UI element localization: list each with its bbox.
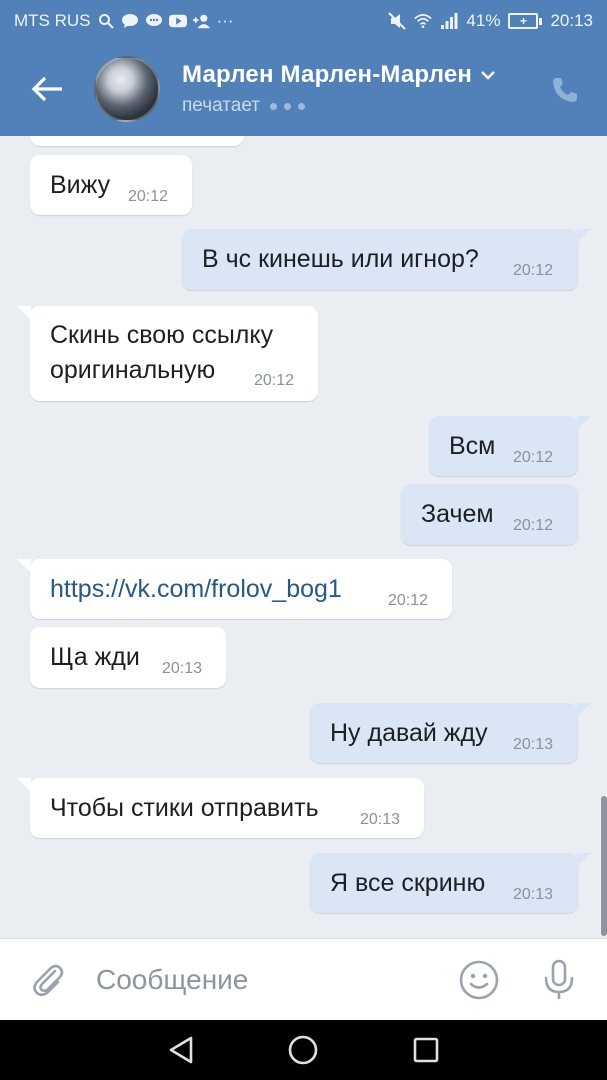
message-bubble[interactable]: Скинь свою ссылку оригинальную 20:12 [17,306,318,401]
message-time: 20:13 [513,886,554,903]
message-time: 20:12 [513,517,554,534]
battery-charge-symbol: + [519,14,527,28]
chat-title-block[interactable]: Марлен Марлен-Марлен печатает [182,61,496,117]
message-time: 20:12 [254,372,295,389]
composer-bar: Сообщение [0,938,607,1020]
scrollbar[interactable] [601,796,607,936]
message-bubble[interactable]: В чс кинешь или игнор? 20:12 [182,229,591,290]
avatar[interactable] [94,56,160,122]
contact-name: Марлен Марлен-Марлен [182,61,473,88]
more-notifications-icon: ··· [216,11,234,30]
message-time: 20:13 [162,660,203,677]
chevron-down-icon [481,71,495,80]
microphone-icon [544,959,574,999]
status-bar: MTS RUS ··· 41% + 20:13 [0,0,607,42]
message-time: 20:12 [513,262,554,279]
add-friend-notification-icon [192,12,211,30]
recents-square-icon [413,1037,439,1063]
home-circle-icon [289,1035,318,1065]
message-text: Всм [449,432,496,460]
typing-status: печатает [182,95,260,116]
emoji-button[interactable] [457,958,501,1002]
back-triangle-icon [169,1036,193,1064]
message-text: Я все скриню [330,869,486,897]
message-notification-icon [145,12,163,30]
message-time: 20:13 [360,811,401,828]
message-text: Вижу [50,171,111,199]
message-text-line: Скинь свою ссылку [50,321,274,349]
top-bar: MTS RUS ··· 41% + 20:13 Марлен Марлен-Ма… [0,0,607,136]
phone-icon [553,78,577,102]
message-bubble[interactable]: Зачем 20:12 [401,484,578,545]
message-text: Ну давай жду [330,719,488,747]
message-text: В чс кинешь или игнор? [202,245,479,273]
message-bubble[interactable]: Всм 20:12 [429,416,591,476]
message-text-line: оригинальную [50,356,216,384]
smiley-icon [459,960,499,999]
nav-home-button[interactable] [287,1034,319,1066]
message-bubble[interactable] [30,136,244,146]
youtube-notification-icon [168,12,187,30]
typing-dots-icon [269,102,305,110]
signal-icon [440,12,458,30]
chat-header: Марлен Марлен-Марлен печатает [0,42,607,136]
system-nav-bar [0,1020,607,1080]
message-bubble[interactable]: Ща жди 20:13 [30,627,226,688]
message-time: 20:12 [513,449,554,466]
voice-message-button[interactable] [539,958,579,1002]
message-bubble[interactable]: Чтобы стики отправить 20:13 [17,778,424,838]
message-time: 20:13 [513,736,554,753]
mute-icon [388,12,407,30]
message-link[interactable]: https://vk.com/frolov_bog1 [50,571,342,607]
battery-percent: 41% [466,11,501,30]
arrow-left-icon [31,76,62,102]
message-text: Чтобы стики отправить [50,794,319,822]
message-text: Ща жди [50,643,140,671]
wifi-icon [414,12,433,30]
clock: 20:13 [550,11,593,30]
message-bubble[interactable]: Я все скриню 20:13 [310,853,591,913]
message-list[interactable]: Вижу 20:12 В чс кинешь или игнор? 20:12 … [0,136,607,938]
paperclip-icon [33,964,64,996]
nav-recents-button[interactable] [410,1034,442,1066]
message-text: Зачем [421,500,494,528]
message-time: 20:12 [128,188,169,205]
message-bubble[interactable]: Ну давай жду 20:13 [310,703,591,763]
search-icon [97,12,115,30]
message-bubble[interactable]: https://vk.com/frolov_bog1 20:12 [17,559,452,619]
chat-notification-icon [121,12,139,30]
carrier-label: MTS RUS [14,11,91,30]
call-button[interactable] [545,70,585,110]
message-input[interactable]: Сообщение [96,964,457,996]
message-bubble[interactable]: Вижу 20:12 [30,155,192,215]
back-button[interactable] [16,58,78,120]
battery-icon: + [508,13,543,29]
attach-button[interactable] [28,960,68,1000]
message-time: 20:12 [388,592,429,609]
nav-back-button[interactable] [165,1034,197,1066]
